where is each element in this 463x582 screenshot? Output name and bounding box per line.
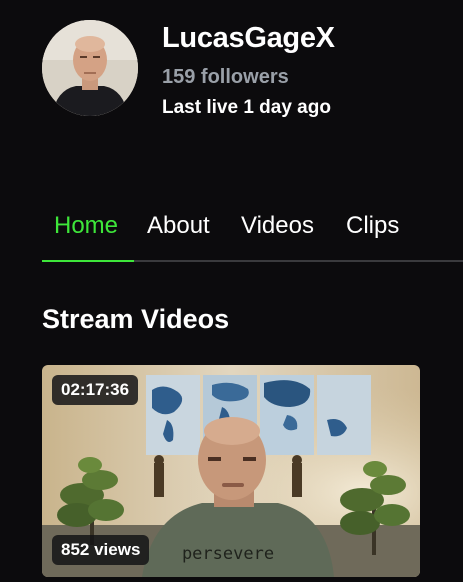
channel-name[interactable]: LucasGageX [162, 22, 335, 55]
active-tab-indicator [42, 260, 134, 262]
tab-clips[interactable]: Clips [346, 212, 399, 240]
tab-home[interactable]: Home [54, 212, 118, 240]
shirt-text: persevere [182, 544, 274, 564]
tab-about[interactable]: About [147, 212, 210, 240]
tab-videos[interactable]: Videos [241, 212, 314, 240]
views-badge: 852 views [52, 535, 150, 565]
avatar[interactable] [42, 20, 138, 116]
channel-tabs: Home About Videos Clips [42, 212, 463, 262]
last-live-status: Last live 1 day ago [162, 97, 331, 118]
video-card[interactable]: persevere 02:17:36 852 views [42, 365, 420, 577]
follower-count: 159 followers [162, 66, 289, 88]
section-title: Stream Videos [42, 304, 230, 334]
duration-badge: 02:17:36 [52, 375, 139, 405]
